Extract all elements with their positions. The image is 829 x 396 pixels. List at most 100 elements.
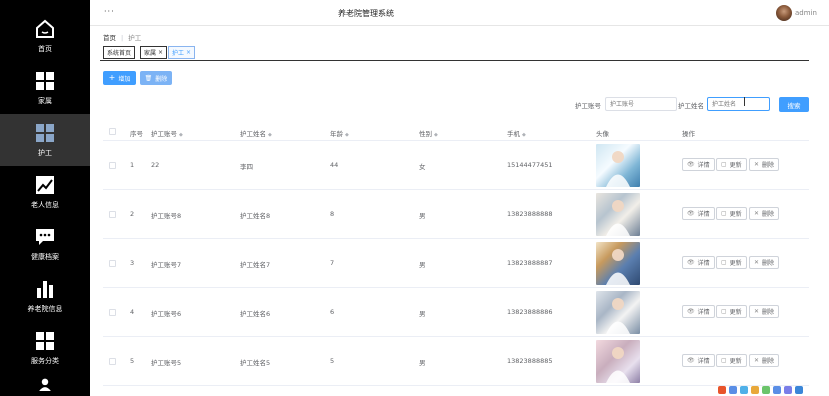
sort-icon[interactable]: ◆ — [179, 132, 183, 138]
th-phone[interactable]: 手机 ◆ — [507, 128, 526, 138]
sidebar-item-label: 养老院信息 — [27, 304, 63, 313]
update-button[interactable]: ▢ 更新 — [716, 305, 747, 318]
table-row: 1 22 李四 44 女 15144477451 👁 详情 ▢ 更新 ✕ 删除 — [103, 141, 809, 190]
add-button[interactable]: + 增加 — [103, 71, 136, 85]
document-icon: ▢ — [721, 210, 727, 217]
search-button[interactable]: 搜索 — [779, 97, 809, 112]
table-row: 2 护工账号8 护工姓名8 8 男 13823888888 👁 详情 ▢ 更新 ✕ 删除 — [103, 190, 809, 239]
close-icon: ✕ — [754, 161, 760, 168]
breadcrumb: 首页 | 护工 — [103, 32, 141, 42]
cell-name: 李四 — [240, 163, 253, 171]
delete-row-button[interactable]: ✕ 删除 — [749, 158, 780, 171]
cell-index: 3 — [130, 259, 135, 267]
cell-phone: 13823888885 — [507, 357, 553, 365]
detail-button[interactable]: 👁 详情 — [682, 354, 715, 367]
delete-row-button[interactable]: ✕ 删除 — [749, 256, 780, 269]
sidebar: 首页 家属 护工 老人信息 健康档案 养老院信息 服务分类 — [0, 0, 90, 396]
detail-button-label: 详情 — [697, 358, 710, 365]
menu-toggle-icon[interactable]: ··· — [104, 7, 115, 16]
table-row: 3 护工账号7 护工姓名7 7 男 13823888887 👁 详情 ▢ 更新 ✕ 删除 — [103, 239, 809, 288]
th-name[interactable]: 护工姓名 ◆ — [240, 128, 272, 138]
sidebar-item-user[interactable] — [0, 374, 90, 396]
sort-icon[interactable]: ◆ — [345, 132, 349, 138]
search-name-label: 护工姓名 — [678, 102, 704, 110]
tab-family[interactable]: 家属 × — [140, 46, 168, 59]
keyboard-icon[interactable] — [729, 385, 737, 394]
breadcrumb-separator: | — [121, 34, 124, 42]
row-checkbox[interactable] — [109, 358, 116, 365]
row-checkbox[interactable] — [109, 211, 116, 218]
cell-phone: 13823888886 — [507, 308, 553, 316]
row-checkbox[interactable] — [109, 260, 116, 267]
chat-tray-icon[interactable] — [773, 385, 781, 394]
th-label: 手机 — [507, 130, 520, 138]
th-age[interactable]: 年龄 ◆ — [330, 128, 349, 138]
detail-button[interactable]: 👁 详情 — [682, 305, 715, 318]
cell-name: 护工姓名8 — [240, 212, 271, 220]
update-button-label: 更新 — [729, 309, 742, 316]
breadcrumb-current: 护工 — [128, 34, 142, 42]
cell-index: 5 — [130, 357, 135, 365]
row-checkbox[interactable] — [109, 309, 116, 316]
grid-tray-icon[interactable] — [784, 385, 792, 394]
avatar[interactable] — [776, 5, 792, 21]
sidebar-item-nursing-home-info[interactable]: 养老院信息 — [0, 270, 90, 322]
close-icon[interactable]: × — [186, 49, 191, 56]
delete-row-button[interactable]: ✕ 删除 — [749, 354, 780, 367]
update-button-label: 更新 — [729, 162, 742, 169]
search-account-label: 护工账号 — [575, 102, 601, 110]
delete-button[interactable]: 🗑 删除 — [140, 71, 172, 85]
select-all-checkbox[interactable] — [109, 128, 116, 135]
document-icon: ▢ — [721, 308, 727, 315]
search-account-input[interactable] — [605, 97, 677, 111]
close-icon[interactable]: × — [158, 49, 163, 56]
th-gender[interactable]: 性别 ◆ — [419, 128, 438, 138]
update-button[interactable]: ▢ 更新 — [716, 354, 747, 367]
breadcrumb-home[interactable]: 首页 — [103, 34, 116, 42]
tab-system-home[interactable]: 系统首页 — [103, 46, 136, 59]
detail-button-label: 详情 — [697, 309, 710, 316]
grid-icon — [36, 123, 54, 142]
tab-caregiver[interactable]: 护工 × — [168, 46, 196, 59]
skin-icon[interactable] — [751, 385, 759, 394]
sidebar-item-label: 服务分类 — [31, 356, 59, 365]
detail-button[interactable]: 👁 详情 — [682, 256, 715, 269]
microphone-icon[interactable] — [740, 385, 748, 394]
sort-icon[interactable]: ◆ — [522, 132, 526, 138]
eye-icon: 👁 — [687, 357, 695, 364]
table-row: 4 护工账号6 护工姓名6 6 男 13823888886 👁 详情 ▢ 更新 ✕ 删除 — [103, 288, 809, 337]
top-bar: ··· 养老院管理系统 admin — [90, 0, 829, 26]
th-avatar: 头像 — [596, 128, 609, 138]
delete-row-button-label: 删除 — [762, 260, 775, 267]
sidebar-item-service-category[interactable]: 服务分类 — [0, 322, 90, 374]
tool-icon[interactable] — [762, 385, 770, 394]
delete-row-button[interactable]: ✕ 删除 — [749, 305, 780, 318]
row-checkbox[interactable] — [109, 162, 116, 169]
sidebar-item-health-records[interactable]: 健康档案 — [0, 218, 90, 270]
update-button[interactable]: ▢ 更新 — [716, 207, 747, 220]
sidebar-item-caregiver[interactable]: 护工 — [0, 114, 90, 166]
username[interactable]: admin — [795, 9, 817, 17]
sidebar-item-home[interactable]: 首页 — [0, 10, 90, 62]
detail-button[interactable]: 👁 详情 — [682, 207, 715, 220]
th-index: 序号 — [130, 128, 143, 138]
th-label: 序号 — [130, 130, 143, 138]
caregiver-photo — [596, 291, 640, 334]
sidebar-item-label: 老人信息 — [31, 200, 59, 209]
detail-button[interactable]: 👁 详情 — [682, 158, 715, 171]
sidebar-item-elder-info[interactable]: 老人信息 — [0, 166, 90, 218]
update-button[interactable]: ▢ 更新 — [716, 158, 747, 171]
update-button[interactable]: ▢ 更新 — [716, 256, 747, 269]
sort-icon[interactable]: ◆ — [434, 132, 438, 138]
delete-row-button[interactable]: ✕ 删除 — [749, 207, 780, 220]
search-name-input[interactable] — [707, 97, 770, 111]
settings-tray-icon[interactable] — [795, 385, 803, 394]
cell-name: 护工姓名7 — [240, 261, 271, 269]
sidebar-item-family[interactable]: 家属 — [0, 62, 90, 114]
ime-icon[interactable] — [718, 385, 726, 394]
th-actions: 操作 — [682, 128, 695, 138]
sort-icon[interactable]: ◆ — [268, 132, 272, 138]
cell-phone: 13823888887 — [507, 259, 553, 267]
cell-index: 2 — [130, 210, 135, 218]
th-account[interactable]: 护工账号 ◆ — [151, 128, 183, 138]
